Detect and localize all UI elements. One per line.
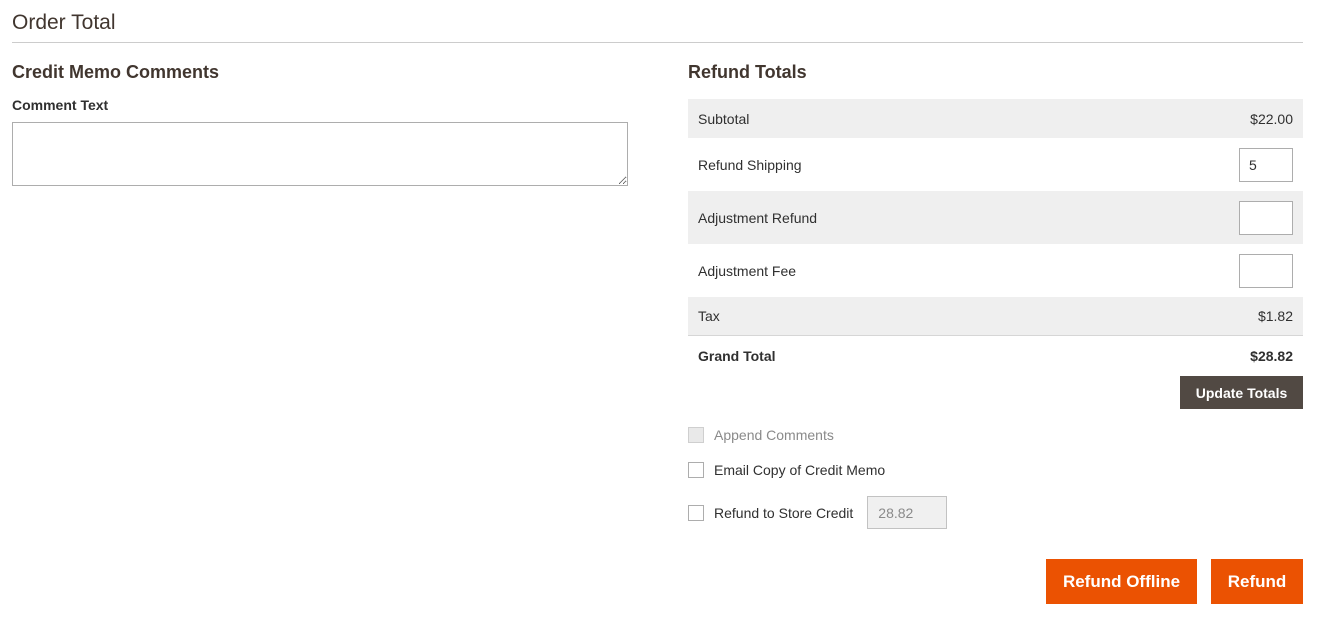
store-credit-checkbox[interactable] [688,504,704,521]
append-comments-checkbox[interactable] [688,427,704,443]
store-credit-label[interactable]: Refund to Store Credit [714,505,853,521]
comment-text-input[interactable] [12,122,628,186]
subtotal-label: Subtotal [698,110,750,127]
tax-value: $1.82 [1257,308,1293,324]
comment-text-label: Comment Text [12,97,109,113]
refund-shipping-row: Refund Shipping [688,138,1303,191]
adjustment-fee-label: Adjustment Fee [698,262,797,279]
store-credit-amount-input: 28.82 [867,496,948,529]
tax-label: Tax [698,308,720,324]
email-copy-label[interactable]: Email Copy of Credit Memo [714,462,885,478]
adjustment-refund-label: Adjustment Refund [698,209,818,226]
adjustment-fee-input[interactable] [1239,253,1293,288]
comments-heading: Credit Memo Comments [12,62,220,82]
update-totals-button[interactable]: Update Totals [1180,376,1303,409]
append-comments-label: Append Comments [714,427,834,443]
refund-offline-button[interactable]: Refund Offline [1046,559,1197,604]
adjustment-refund-row: Adjustment Refund [688,191,1303,244]
refund-shipping-input[interactable] [1239,147,1293,182]
totals-heading: Refund Totals [688,62,807,82]
store-credit-option: Refund to Store Credit 28.82 [688,496,948,529]
grand-total-row: Grand Total $28.82 [688,336,1303,376]
refund-button[interactable]: Refund [1211,559,1303,604]
section-divider [12,42,1303,43]
tax-row: Tax $1.82 [688,297,1303,336]
append-comments-option: Append Comments [688,427,834,443]
adjustment-refund-input[interactable] [1239,200,1293,235]
grand-total-label: Grand Total [698,348,776,364]
subtotal-value: $22.00 [1250,110,1293,127]
subtotal-row: Subtotal $22.00 [688,99,1303,138]
adjustment-fee-row: Adjustment Fee [688,244,1303,297]
refund-shipping-label: Refund Shipping [698,156,802,173]
email-copy-option: Email Copy of Credit Memo [688,462,885,478]
email-copy-checkbox[interactable] [688,462,704,478]
section-title: Order Total [12,11,116,34]
grand-total-value: $28.82 [1250,348,1293,364]
totals-table: Subtotal $22.00 Refund Shipping Adjustme… [688,99,1303,376]
